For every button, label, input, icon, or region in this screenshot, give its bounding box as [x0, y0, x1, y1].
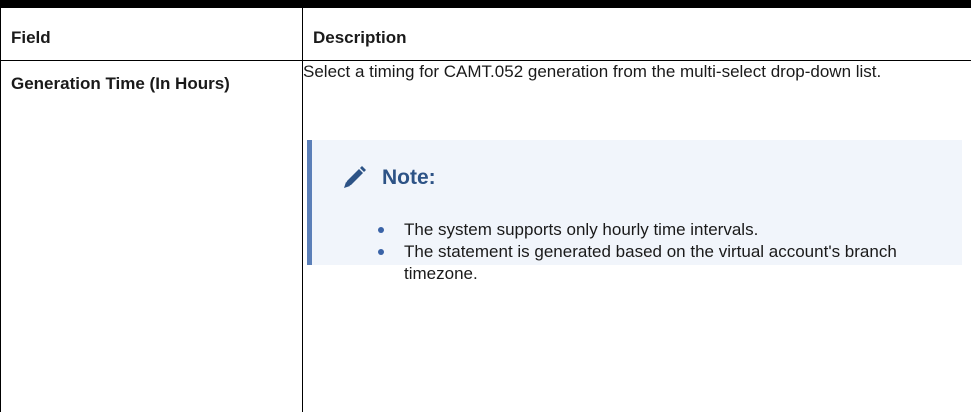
note-title: Note:	[382, 165, 436, 189]
pencil-icon	[344, 165, 366, 188]
header-field: Field	[0, 0, 303, 61]
description-text: Select a timing for CAMT.052 generation …	[303, 61, 882, 81]
field-description-table: Field Description Generation Time (In Ho…	[0, 0, 971, 412]
header-description: Description	[302, 0, 971, 61]
table-header-row: Field Description	[0, 0, 971, 61]
field-name: Generation Time (In Hours)	[11, 73, 230, 93]
description-cell: Select a timing for CAMT.052 generation …	[303, 60, 971, 412]
note-item: The statement is generated based on the …	[378, 241, 924, 285]
note-header: Note:	[340, 164, 436, 192]
bullet-icon	[378, 226, 384, 233]
field-cell: Generation Time (In Hours)	[0, 60, 303, 412]
bullet-icon	[378, 248, 384, 255]
note-list: The system supports only hourly time int…	[378, 219, 924, 285]
note-item: The system supports only hourly time int…	[378, 219, 924, 241]
note-item-text: The system supports only hourly time int…	[404, 219, 759, 239]
table-row: Generation Time (In Hours) Select a timi…	[0, 60, 971, 412]
note-box: Note: The system supports only hourly ti…	[307, 139, 962, 283]
note-item-text: The statement is generated based on the …	[404, 241, 897, 283]
